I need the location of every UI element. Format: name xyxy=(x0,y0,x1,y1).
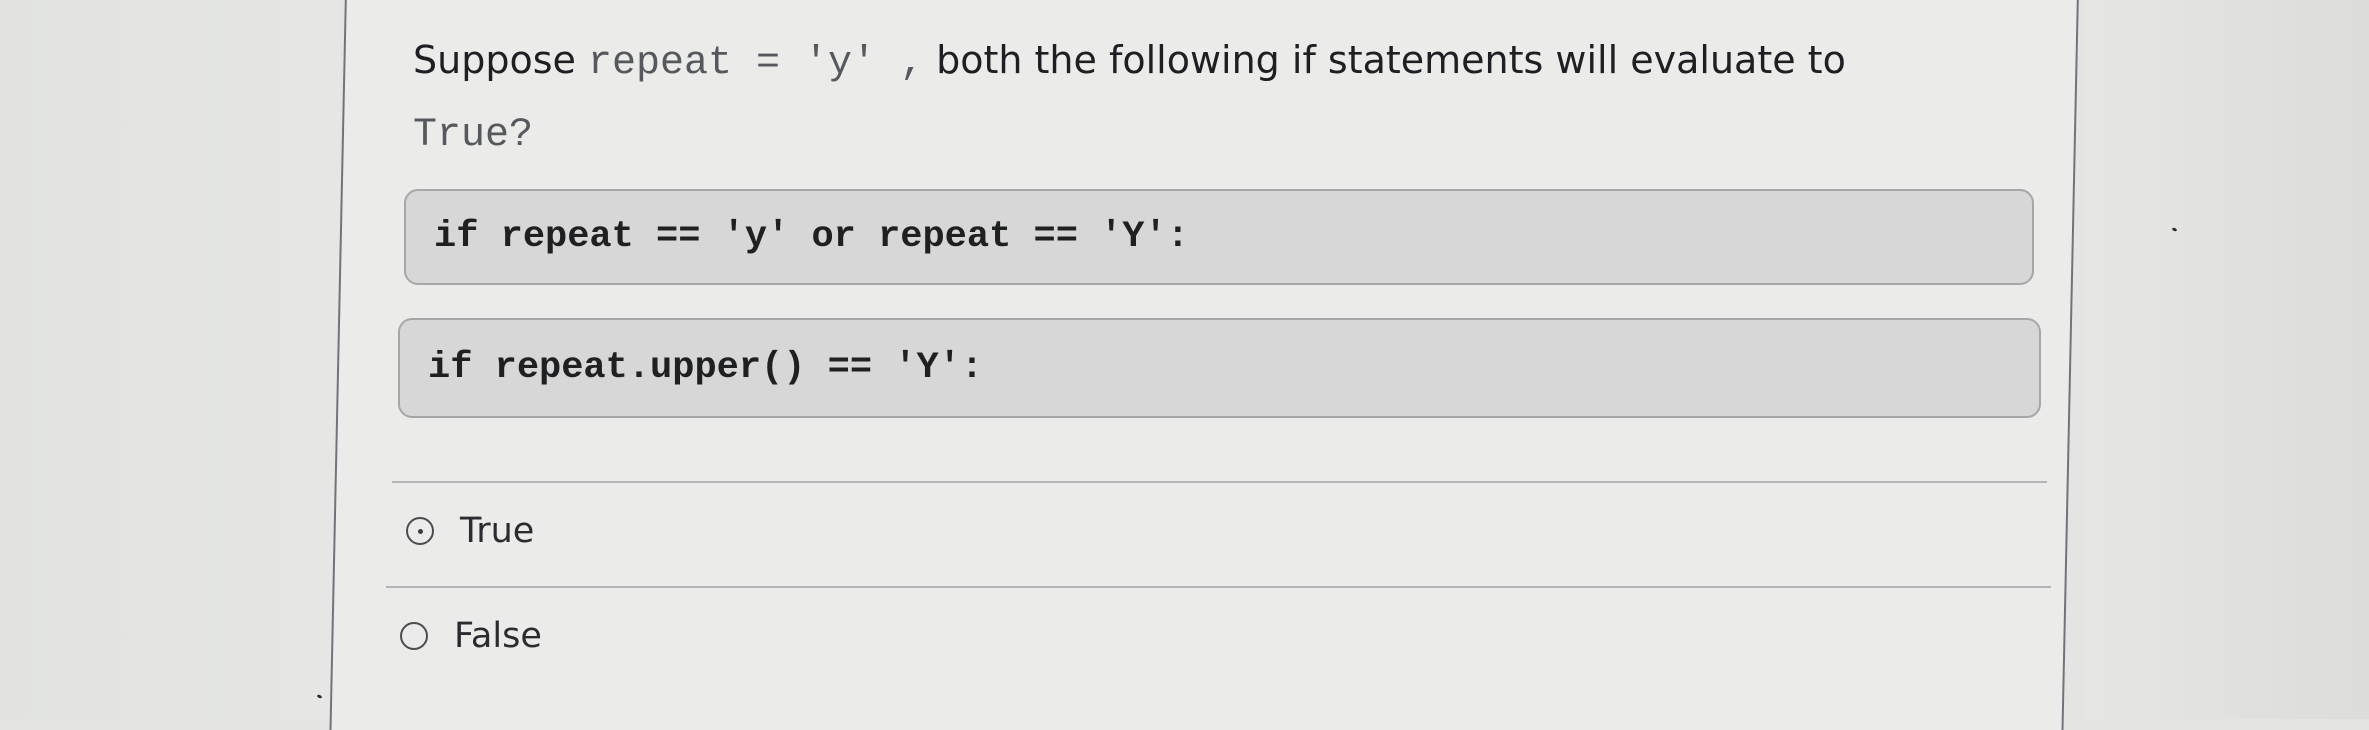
option-false[interactable]: False xyxy=(400,616,542,656)
screen-speck xyxy=(316,694,323,699)
divider xyxy=(392,481,2047,483)
question-suffix: both the following if statements will ev… xyxy=(924,38,1846,82)
code-snippet-1-text: if repeat == 'y' or repeat == 'Y': xyxy=(434,216,1189,258)
question-prefix: Suppose xyxy=(413,38,588,82)
question-content: Suppose repeat = 'y' , both the followin… xyxy=(0,0,2369,719)
option-false-label: False xyxy=(454,616,542,656)
option-true-label: True xyxy=(460,511,535,551)
code-snippet-2-text: if repeat.upper() == 'Y': xyxy=(428,347,984,389)
question-text: Suppose repeat = 'y' , both the followin… xyxy=(413,26,1973,170)
code-snippet-1: if repeat == 'y' or repeat == 'Y': xyxy=(404,189,2034,285)
question-code-var: repeat = 'y' , xyxy=(587,41,925,86)
question-code-end: True? xyxy=(413,113,534,158)
code-snippet-2: if repeat.upper() == 'Y': xyxy=(398,318,2041,418)
screen-speck xyxy=(2171,227,2178,232)
divider xyxy=(386,586,2051,588)
radio-unselected-icon[interactable] xyxy=(400,622,428,650)
radio-selected-icon[interactable] xyxy=(406,517,434,545)
option-true[interactable]: True xyxy=(406,511,534,551)
